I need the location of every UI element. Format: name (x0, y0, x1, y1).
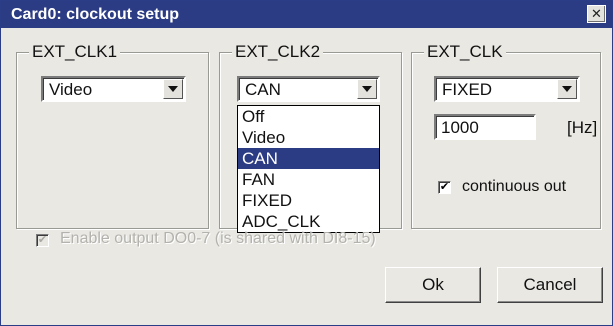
frequency-unit-label: [Hz] (567, 118, 598, 137)
enable-output-checkbox[interactable]: ✔ (36, 234, 49, 247)
ext-clk2-label: EXT_CLK2 (232, 42, 324, 62)
close-icon: ✕ (591, 6, 602, 21)
ext-clk2-dropdown-list[interactable]: Off Video CAN FAN FIXED ADC_CLK (237, 105, 380, 233)
dropdown-option-off[interactable]: Off (238, 106, 379, 127)
ext-clk-dropdown-arrow[interactable] (557, 79, 577, 99)
dropdown-option-fixed[interactable]: FIXED (238, 190, 379, 211)
dropdown-option-adc-clk[interactable]: ADC_CLK (238, 211, 379, 232)
ext-clk-value: FIXED (442, 80, 493, 99)
enable-output-label: Enable output DO0-7 (is shared with DI8-… (60, 230, 376, 247)
cancel-button[interactable]: Cancel (497, 267, 603, 303)
ext-clk1-dropdown-arrow[interactable] (163, 79, 183, 99)
ext-clk2-dropdown-arrow[interactable] (357, 79, 377, 99)
ext-clk2-select[interactable]: CAN (237, 76, 380, 102)
continuous-out-checkbox[interactable]: ✔ (438, 181, 451, 194)
ext-clk1-value: Video (49, 80, 93, 99)
dropdown-option-video[interactable]: Video (238, 127, 379, 148)
dropdown-option-can[interactable]: CAN (238, 148, 379, 169)
chevron-down-icon (362, 86, 372, 92)
chevron-down-icon (562, 86, 572, 92)
ext-clk1-label: EXT_CLK1 (29, 42, 121, 62)
window-title: Card0: clockout setup (11, 5, 180, 23)
ext-clk1-select[interactable]: Video (41, 76, 186, 102)
ext-clk-label: EXT_CLK (424, 42, 506, 62)
chevron-down-icon (168, 86, 178, 92)
checkmark-icon: ✔ (37, 234, 48, 246)
ext-clk2-value: CAN (245, 80, 281, 99)
ok-button[interactable]: Ok (385, 267, 481, 303)
continuous-out-label: continuous out (462, 178, 567, 195)
close-button[interactable]: ✕ (587, 5, 606, 23)
frequency-input[interactable]: 1000 (434, 114, 536, 140)
clockout-setup-dialog: Card0: clockout setup ✕ EXT_CLK1 Video E… (0, 0, 613, 326)
dropdown-option-fan[interactable]: FAN (238, 169, 379, 190)
ext-clk-select[interactable]: FIXED (434, 76, 580, 102)
checkmark-icon: ✔ (439, 181, 450, 193)
title-bar[interactable]: Card0: clockout setup ✕ (1, 1, 612, 28)
